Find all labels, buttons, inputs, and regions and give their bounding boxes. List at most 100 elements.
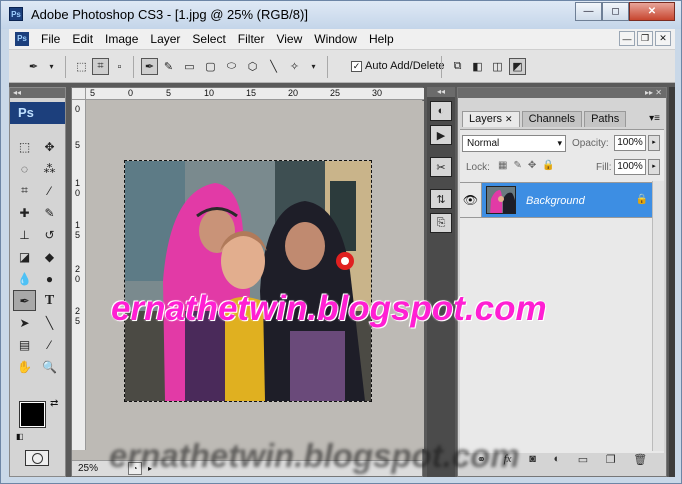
subtract-path-icon[interactable]: ◧ [469, 58, 486, 75]
ellipse-icon[interactable]: ⬭ [223, 58, 240, 75]
swap-colors-icon[interactable]: ⇄ [50, 398, 58, 409]
vertical-ruler[interactable]: 0 5 1 0 1 5 2 0 2 5 [72, 100, 86, 450]
new-group-icon[interactable]: ▭ [578, 453, 588, 466]
zoom-tool-icon[interactable]: 🔍 [38, 356, 61, 377]
blend-mode-select[interactable]: Normal [462, 135, 566, 152]
layer-visibility-eye-icon[interactable]: 👁 [460, 183, 482, 217]
minimize-button[interactable]: — [575, 2, 602, 21]
layer-row-background[interactable]: 👁 Background 🔒 [460, 182, 662, 218]
add-to-path-icon[interactable]: ⧉ [449, 58, 466, 75]
pen-tool-preset-icon[interactable]: ✒ [25, 58, 42, 75]
menu-help[interactable]: Help [363, 32, 400, 46]
history-brush-tool-icon[interactable]: ↺ [38, 224, 61, 245]
foreground-color-swatch[interactable] [19, 401, 46, 428]
actions-panel-icon[interactable]: ▶ [430, 125, 452, 145]
fill-pixels-icon[interactable]: ▫ [111, 58, 128, 75]
dodge-tool-icon[interactable]: ● [38, 268, 61, 289]
tool-presets-panel-icon[interactable]: ✂ [430, 157, 452, 177]
tab-paths[interactable]: Paths [584, 111, 627, 127]
rectangle-icon[interactable]: ▭ [181, 58, 198, 75]
hand-tool-icon[interactable]: ✋ [13, 356, 36, 377]
panel-collapse-icon[interactable]: ▸▸ ✕ [458, 88, 666, 98]
menu-view[interactable]: View [270, 32, 308, 46]
lasso-tool-icon[interactable]: ◌ [13, 158, 36, 179]
doc-close-button[interactable]: ✕ [655, 31, 671, 46]
menu-window[interactable]: Window [308, 32, 363, 46]
menu-file[interactable]: File [35, 32, 66, 46]
shape-dropdown-icon[interactable]: ▾ [305, 58, 322, 75]
doc-minimize-button[interactable]: — [619, 31, 635, 46]
horizontal-ruler[interactable]: 5 0 5 10 15 20 25 30 [86, 88, 424, 100]
line-tool-icon[interactable]: ╲ [38, 312, 61, 333]
photo-canvas[interactable] [124, 160, 372, 402]
adjustment-layer-icon[interactable]: ◐ [553, 453, 560, 465]
toolbox-logo[interactable]: Ps [10, 102, 65, 124]
polygon-icon[interactable]: ⬡ [244, 58, 261, 75]
navigator-panel-icon[interactable]: ◐ [430, 101, 452, 121]
fill-input[interactable]: 100% [614, 159, 646, 175]
clone-stamp-tool-icon[interactable]: ⊥ [13, 224, 36, 245]
default-colors-icon[interactable]: ◧ [16, 432, 24, 441]
menu-filter[interactable]: Filter [232, 32, 271, 46]
notes-tool-icon[interactable]: ▤ [13, 334, 36, 355]
lock-all-icon[interactable]: 🔒 [542, 160, 554, 171]
opacity-input[interactable]: 100% [614, 135, 646, 151]
ps-menu-icon[interactable]: Ps [15, 32, 29, 46]
path-selection-tool-icon[interactable]: ➤ [13, 312, 36, 333]
freeform-pen-icon[interactable]: ✎ [160, 58, 177, 75]
layer-name[interactable]: Background [526, 195, 585, 207]
lock-image-icon[interactable]: ✎ [513, 160, 521, 171]
line-icon[interactable]: ╲ [265, 58, 282, 75]
auto-add-delete-checkbox[interactable]: ✓ [351, 61, 362, 72]
custom-shape-icon[interactable]: ✧ [286, 58, 303, 75]
brushes-panel-icon[interactable]: ⇅ [430, 189, 452, 209]
add-mask-icon[interactable]: ◙ [529, 453, 536, 465]
eraser-tool-icon[interactable]: ◪ [13, 246, 36, 267]
panel-menu-icon[interactable]: ▾≡ [649, 113, 660, 124]
layers-scrollbar[interactable] [652, 181, 664, 451]
zoom-level[interactable]: 25% [78, 463, 98, 474]
exclude-path-icon[interactable]: ◩ [509, 58, 526, 75]
menu-layer[interactable]: Layer [144, 32, 186, 46]
marquee-tool-icon[interactable]: ⬚ [13, 136, 36, 157]
crop-tool-icon[interactable]: ⌗ [13, 180, 36, 201]
toolbox-collapse-icon[interactable]: ◂◂ [10, 88, 65, 98]
preset-dropdown-icon[interactable]: ▾ [43, 58, 60, 75]
tab-layers[interactable]: Layers ✕ [462, 111, 520, 127]
pen-tool-icon[interactable]: ✒ [13, 290, 36, 311]
rounded-rectangle-icon[interactable]: ▢ [202, 58, 219, 75]
eyedropper-tool-icon[interactable]: ⁄ [38, 180, 61, 201]
eyedropper-tool-2-icon[interactable]: ⁄ [38, 334, 61, 355]
restore-button[interactable]: ◻ [602, 2, 629, 21]
brush-tool-icon[interactable]: ✎ [38, 202, 61, 223]
type-tool-icon[interactable]: T [38, 290, 61, 311]
fill-slider-icon[interactable]: ▸ [648, 159, 660, 175]
doc-restore-button[interactable]: ❐ [637, 31, 653, 46]
move-tool-icon[interactable]: ✥ [38, 136, 61, 157]
delete-layer-icon[interactable]: 🗑 [633, 453, 647, 466]
tab-close-icon[interactable]: ✕ [505, 114, 513, 124]
dock-collapse-icon[interactable]: ◂◂ [427, 87, 455, 97]
menu-select[interactable]: Select [186, 32, 231, 46]
intersect-path-icon[interactable]: ◫ [489, 58, 506, 75]
magic-wand-tool-icon[interactable]: ⁂ [38, 158, 61, 179]
paint-bucket-tool-icon[interactable]: ◆ [38, 246, 61, 267]
new-layer-icon[interactable]: ❐ [606, 453, 616, 466]
paths-mode-icon[interactable]: ⌗ [92, 58, 109, 75]
canvas-area[interactable]: ernathetwin.blogspot.com [87, 101, 520, 474]
opacity-slider-icon[interactable]: ▸ [648, 135, 660, 151]
menu-edit[interactable]: Edit [66, 32, 99, 46]
close-button[interactable]: ✕ [629, 2, 675, 21]
healing-brush-tool-icon[interactable]: ✚ [13, 202, 36, 223]
lock-position-icon[interactable]: ✥ [528, 160, 536, 171]
tab-channels[interactable]: Channels [521, 111, 583, 127]
menu-image[interactable]: Image [99, 32, 144, 46]
pen-icon[interactable]: ✒ [141, 58, 158, 75]
quick-mask-icon[interactable] [25, 450, 49, 466]
right-edge [669, 87, 675, 477]
blur-tool-icon[interactable]: 💧 [13, 268, 36, 289]
lock-transparent-icon[interactable]: ▦ [498, 160, 507, 171]
title-bar[interactable]: Ps Adobe Photoshop CS3 - [1.jpg @ 25% (R… [1, 1, 681, 29]
clone-source-panel-icon[interactable]: ⎘ [430, 213, 452, 233]
shape-layers-icon[interactable]: ⬚ [73, 58, 90, 75]
